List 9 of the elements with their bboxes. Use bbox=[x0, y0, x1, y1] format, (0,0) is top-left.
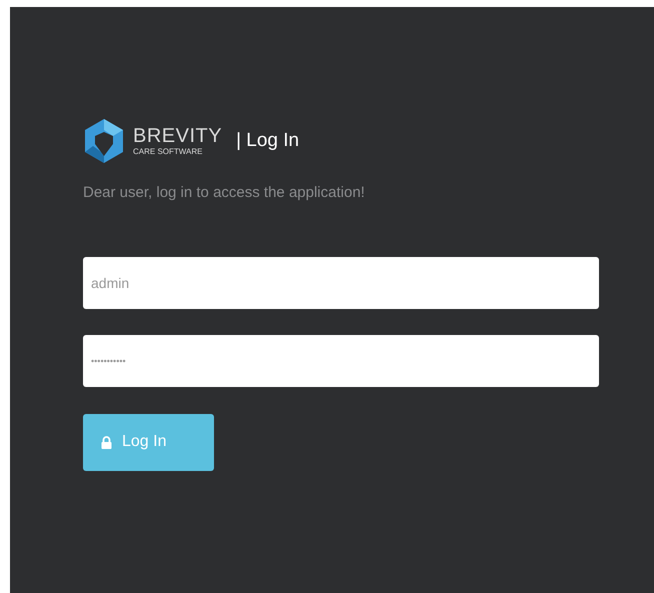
password-field[interactable]: ••••••••••• bbox=[83, 334, 599, 386]
brand-tagline: CARE SOFTWARE bbox=[133, 148, 204, 156]
page-title: | Log In bbox=[236, 128, 300, 153]
brand-name: BREVITY bbox=[133, 126, 222, 146]
lock-icon bbox=[101, 436, 112, 448]
username-field[interactable]: admin bbox=[83, 256, 599, 308]
login-button[interactable]: Log In bbox=[83, 414, 214, 470]
hexagon-logo-icon bbox=[83, 118, 125, 164]
welcome-message: Dear user, log in to access the application! bbox=[83, 183, 366, 203]
